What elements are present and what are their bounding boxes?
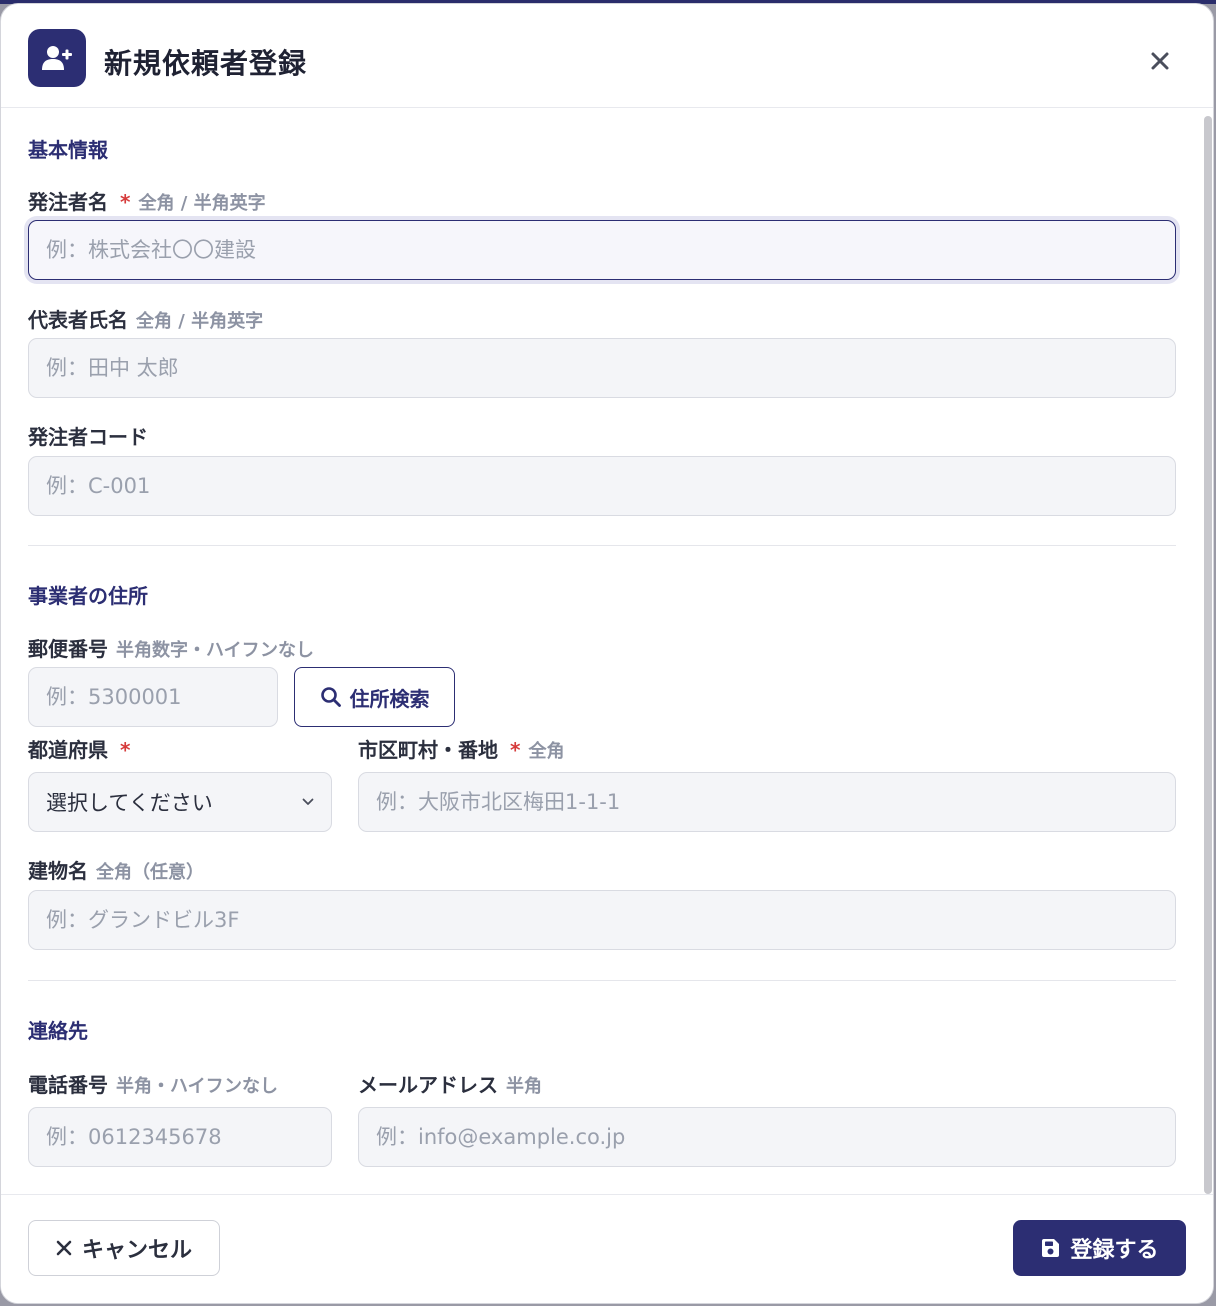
close-icon	[1151, 52, 1169, 70]
city-input[interactable]	[358, 772, 1176, 832]
close-button[interactable]	[1143, 44, 1177, 78]
modal-body[interactable]: 基本情報 発注者名*全角 / 半角英字 代表者氏名全角 / 半角英字 発注者コー…	[1, 109, 1201, 1194]
scrollbar[interactable]	[1204, 116, 1212, 1194]
client-name-input[interactable]	[28, 220, 1176, 280]
city-label: 市区町村・番地 * 全角	[358, 738, 565, 762]
required-mark: *	[120, 190, 131, 214]
email-label: メールアドレス 半角	[358, 1073, 542, 1097]
prefecture-label: 都道府県 *	[28, 738, 131, 762]
postal-code-input[interactable]	[28, 667, 278, 727]
client-code-label: 発注者コード	[28, 425, 148, 449]
cancel-button[interactable]: キャンセル	[28, 1220, 220, 1276]
modal-header: 新規依頼者登録	[1, 4, 1213, 108]
postal-code-label: 郵便番号 半角数字・ハイフンなし	[28, 637, 314, 661]
section-title-contact: 連絡先	[28, 1019, 88, 1043]
section-divider	[28, 980, 1176, 981]
building-label: 建物名 全角（任意）	[28, 859, 204, 883]
scrollbar-thumb[interactable]	[1204, 116, 1212, 1194]
section-title-address: 事業者の住所	[28, 584, 148, 608]
modal-footer: キャンセル 登録する	[1, 1194, 1213, 1303]
representative-input[interactable]	[28, 338, 1176, 398]
chevron-down-icon	[302, 798, 314, 805]
section-divider	[28, 545, 1176, 546]
field-hint: 全角	[528, 741, 565, 762]
submit-button[interactable]: 登録する	[1013, 1220, 1186, 1276]
required-mark: *	[510, 738, 521, 762]
field-hint: 全角 / 半角英字	[138, 193, 266, 214]
section-title-basic: 基本情報	[28, 138, 108, 162]
required-mark: *	[120, 738, 131, 762]
representative-label: 代表者氏名 全角 / 半角英字	[28, 308, 264, 332]
field-hint: 全角 / 半角英字	[136, 311, 264, 332]
prefecture-select[interactable]: 選択してください	[28, 772, 332, 832]
modal-title: 新規依頼者登録	[104, 47, 308, 80]
close-icon	[56, 1240, 72, 1256]
user-plus-icon	[28, 29, 86, 87]
field-hint: 半角	[506, 1076, 542, 1097]
client-code-input[interactable]	[28, 456, 1176, 516]
field-hint: 半角・ハイフンなし	[116, 1076, 278, 1097]
phone-input[interactable]	[28, 1107, 332, 1167]
field-hint: 半角数字・ハイフンなし	[116, 640, 314, 661]
save-icon	[1042, 1239, 1060, 1257]
register-client-modal: 新規依頼者登録 基本情報 発注者名*全角 / 半角英字 代表者氏名全角 / 半角…	[0, 3, 1214, 1304]
phone-label: 電話番号 半角・ハイフンなし	[28, 1073, 278, 1097]
email-input[interactable]	[358, 1107, 1176, 1167]
field-hint: 全角（任意）	[96, 862, 204, 883]
address-search-button[interactable]: 住所検索	[294, 667, 455, 727]
search-icon	[320, 687, 341, 707]
building-input[interactable]	[28, 890, 1176, 950]
client-name-label: 発注者名 * 全角 / 半角英字	[28, 190, 266, 214]
